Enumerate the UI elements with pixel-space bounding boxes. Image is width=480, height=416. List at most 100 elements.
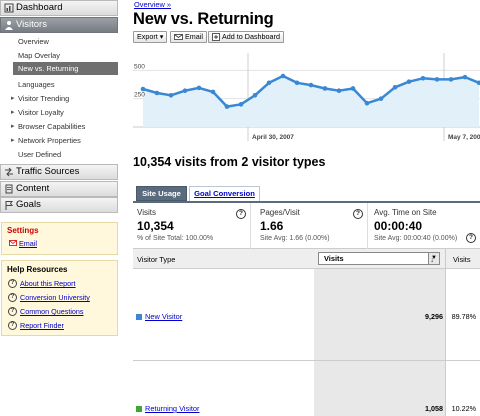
- row-visits: 1,058: [425, 404, 443, 413]
- y-tick-label: 250: [134, 92, 145, 99]
- sidebar-item-network-properties[interactable]: Network Properties: [0, 134, 118, 147]
- row-visits: 9,296: [425, 312, 443, 321]
- metric-value: 1.66: [260, 219, 284, 233]
- chart-point: [280, 73, 286, 79]
- settings-panel: Settings Email: [1, 222, 118, 255]
- nav-traffic-sources[interactable]: Traffic Sources: [0, 164, 118, 180]
- chart-point: [252, 92, 258, 98]
- add-to-dashboard-label: Add to Dashboard: [222, 32, 280, 41]
- help-link-conversion-university[interactable]: ? Conversion University: [8, 293, 90, 302]
- metric-label: Avg. Time on Site: [374, 208, 437, 217]
- content-icon: [5, 184, 13, 194]
- metric-sub: Site Avg: 1.66 (0.00%): [260, 235, 330, 242]
- metric-scorecard: Visits 10,354 % of Site Total: 100.00% ?…: [133, 203, 480, 249]
- sidebar: Dashboard Visitors Overview Map Overlay …: [0, 0, 118, 416]
- email-button[interactable]: Email: [170, 31, 207, 43]
- row-new-visitor-link[interactable]: New Visitor: [136, 312, 182, 321]
- sidebar-item-visitor-trending[interactable]: Visitor Trending: [0, 92, 118, 105]
- nav-visitors[interactable]: Visitors: [0, 17, 118, 33]
- help-resources-panel: Help Resources ? About this Report ? Conve…: [1, 260, 118, 336]
- add-to-dashboard-button[interactable]: Add to Dashboard: [208, 31, 284, 43]
- breadcrumb-overview-link[interactable]: Overview »: [134, 0, 171, 9]
- sidebar-item-new-vs-returning[interactable]: New vs. Returning: [13, 62, 118, 75]
- chart-point: [378, 96, 384, 101]
- nav-goals[interactable]: Goals: [0, 197, 118, 213]
- sidebar-item-browser-capabilities[interactable]: Browser Capabilities: [0, 120, 118, 133]
- metric-value: 10,354: [137, 219, 174, 233]
- help-link-label: Report Finder: [20, 321, 64, 330]
- chart-point: [462, 74, 468, 80]
- sort-arrow-icon[interactable]: ↓: [430, 255, 434, 264]
- metric-label: Pages/Visit: [260, 208, 300, 217]
- nav-traffic-sources-label: Traffic Sources: [16, 166, 80, 177]
- settings-title: Settings: [7, 226, 39, 235]
- chart-point: [392, 85, 398, 90]
- column-separator: [445, 249, 446, 416]
- metric-value: 00:00:40: [374, 219, 423, 233]
- metric-visits: Visits 10,354 % of Site Total: 100.00% ?: [133, 203, 251, 249]
- series-swatch: [136, 314, 142, 320]
- row-divider: [133, 360, 480, 361]
- dashboard-icon: [4, 3, 14, 13]
- question-icon: ?: [8, 279, 17, 288]
- chart-point: [154, 90, 160, 96]
- sidebar-item-map-overlay[interactable]: Map Overlay: [0, 49, 118, 62]
- add-to-dashboard-icon: [212, 33, 220, 41]
- chart-point: [238, 102, 244, 107]
- row-returning-visitor-link[interactable]: Returning Visitor: [136, 404, 200, 413]
- sidebar-item-user-defined[interactable]: User Defined: [0, 148, 118, 161]
- help-icon[interactable]: ?: [353, 209, 363, 219]
- page-title: New vs. Returning: [133, 10, 274, 28]
- visits-chart: 500 250 April 30, 2007 May 7, 2007: [133, 53, 480, 148]
- sidebar-item-overview[interactable]: Overview: [0, 35, 118, 48]
- help-link-label: Conversion University: [20, 293, 90, 302]
- metric-column-shade: [314, 269, 445, 416]
- row-name: New Visitor: [145, 312, 183, 321]
- question-icon: ?: [8, 307, 17, 316]
- nav-content[interactable]: Content: [0, 181, 118, 197]
- sidebar-item-languages[interactable]: Languages: [0, 78, 118, 91]
- metric-label: Visits: [137, 208, 156, 217]
- visits-chart-svg: 500 250 April 30, 2007 May 7, 2007: [133, 53, 480, 141]
- tab-site-usage[interactable]: Site Usage: [136, 186, 187, 201]
- col-visits: Visits: [453, 255, 471, 264]
- settings-email-link[interactable]: Email: [9, 239, 37, 248]
- chart-point: [266, 80, 272, 86]
- nav-content-label: Content: [16, 183, 50, 194]
- chart-point: [308, 82, 314, 88]
- envelope-icon: [174, 34, 183, 40]
- nav-visitors-label: Visitors: [16, 19, 47, 30]
- tab-goal-conversion[interactable]: Goal Conversion: [189, 186, 260, 201]
- row-pct: 89.78%: [451, 312, 476, 321]
- sidebar-item-visitor-loyalty[interactable]: Visitor Loyalty: [0, 106, 118, 119]
- help-link-common-questions[interactable]: ? Common Questions: [8, 307, 84, 316]
- metric-sub: % of Site Total: 100.00%: [137, 235, 214, 242]
- help-icon[interactable]: ?: [466, 233, 476, 243]
- row-pct: 10.22%: [451, 404, 476, 413]
- help-link-label: About this Report: [20, 279, 76, 288]
- chart-point: [196, 85, 202, 91]
- export-button[interactable]: Export ▾: [133, 31, 168, 43]
- chart-point: [336, 88, 342, 94]
- help-icon[interactable]: ?: [236, 209, 246, 219]
- metric-select[interactable]: Visits ▼: [318, 252, 440, 265]
- row-name: Returning Visitor: [145, 404, 200, 413]
- chart-point: [448, 77, 454, 82]
- flag-icon: [5, 201, 13, 210]
- help-link-report-finder[interactable]: ? Report Finder: [8, 321, 64, 330]
- chart-point: [210, 89, 216, 95]
- metric-avg-time: Avg. Time on Site 00:00:40 Site Avg: 00:…: [370, 203, 480, 249]
- help-link-label: Common Questions: [20, 307, 84, 316]
- help-link-about-report[interactable]: ? About this Report: [8, 279, 76, 288]
- x-tick-label: May 7, 2007: [448, 134, 480, 141]
- nav-dashboard[interactable]: Dashboard: [0, 0, 118, 16]
- help-resources-title: Help Resources: [7, 265, 68, 274]
- chart-point: [322, 86, 328, 91]
- chart-point: [294, 80, 300, 86]
- series-swatch: [136, 406, 142, 412]
- table-header-row: Visitor Type Visits ▼ ↓ Visits: [133, 249, 480, 269]
- nav-goals-label: Goals: [16, 199, 41, 210]
- question-icon: ?: [8, 321, 17, 330]
- analytics-app: Dashboard Visitors Overview Map Overlay …: [0, 0, 480, 416]
- email-button-label: Email: [185, 32, 203, 41]
